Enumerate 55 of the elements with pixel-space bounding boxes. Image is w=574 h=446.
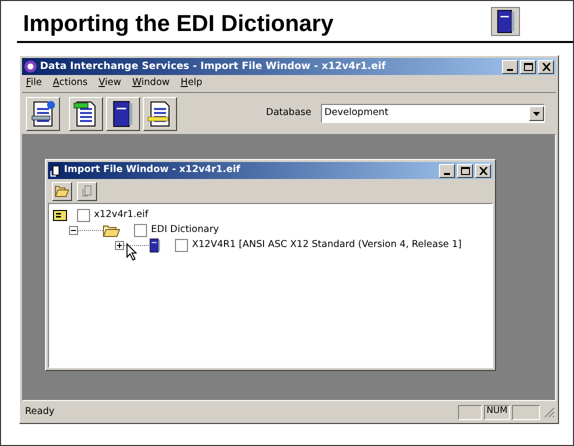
book-icon [149, 238, 161, 253]
expand-toggle[interactable] [115, 241, 124, 250]
tree-item-label[interactable]: X12V4R1 [ANSI ASC X12 Standard (Version 4, Release 1] [192, 238, 462, 253]
edi-book-icon [112, 100, 134, 128]
minimize-icon [507, 68, 513, 70]
minimize-button[interactable] [502, 60, 518, 74]
maximize-icon [460, 166, 470, 174]
document-link-icon [30, 100, 56, 128]
mouse-pointer-icon [126, 243, 138, 261]
database-value: Development [323, 106, 390, 120]
maximize-button[interactable] [457, 164, 473, 178]
child-window-title: Import File Window - x12v4r1.eif [64, 163, 240, 178]
tree-item-label[interactable]: EDI Dictionary [151, 223, 219, 238]
database-dropdown[interactable]: Development [321, 104, 546, 123]
document-icon [82, 185, 92, 197]
minus-icon [71, 228, 76, 233]
open-folder-icon [55, 185, 69, 197]
checkbox[interactable] [175, 239, 188, 252]
slide-title: Importing the EDI Dictionary [23, 12, 334, 35]
menu-item[interactable]: View [98, 76, 122, 91]
maximize-icon [524, 62, 532, 70]
close-button[interactable] [475, 164, 491, 178]
status-panel [512, 404, 540, 420]
tree-item-label[interactable]: x12v4r1.eif [94, 208, 148, 223]
close-icon [478, 166, 488, 174]
toolbar-button[interactable] [26, 96, 60, 130]
minimize-button[interactable] [439, 164, 455, 178]
import-button[interactable] [77, 182, 97, 200]
checkbox[interactable] [77, 209, 90, 222]
toolbar-button[interactable] [106, 96, 140, 130]
minimize-icon [444, 172, 450, 174]
database-label: Database [266, 106, 312, 120]
maximize-button[interactable] [520, 60, 536, 74]
folder-icon [103, 224, 120, 236]
plus-icon [117, 243, 122, 248]
toolbar-button[interactable] [69, 96, 103, 130]
menu-item[interactable]: File [26, 76, 42, 91]
app-logo-icon [24, 60, 37, 73]
close-icon [542, 62, 550, 70]
num-lock-indicator: NUM [484, 404, 510, 420]
close-button[interactable] [538, 60, 554, 74]
edi-book-icon [491, 7, 520, 36]
import-icon [50, 164, 60, 176]
collapse-toggle[interactable] [69, 226, 78, 235]
open-folder-button[interactable] [52, 182, 72, 200]
menu-item[interactable]: Window [132, 76, 170, 91]
menu-item[interactable]: Help [180, 76, 202, 91]
toolbar-button[interactable] [143, 96, 177, 130]
status-panel [458, 404, 482, 420]
file-icon [53, 210, 67, 221]
menu-item[interactable]: Actions [52, 76, 88, 91]
checkbox[interactable] [134, 224, 147, 237]
window-title: Data Interchange Services - Import File Window - x12v4r1.eif [40, 60, 386, 74]
resize-grip-icon [544, 406, 555, 418]
status-text: Ready [24, 404, 56, 419]
